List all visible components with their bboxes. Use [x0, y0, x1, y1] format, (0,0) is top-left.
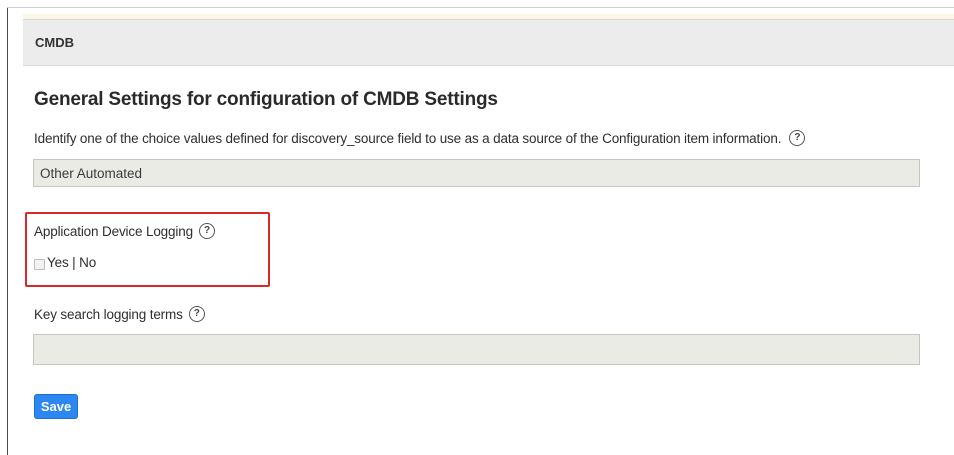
page-frame: CMDB General Settings for configuration … [0, 0, 954, 455]
header-title: CMDB [35, 35, 74, 50]
help-icon[interactable]: ? [188, 306, 205, 323]
key-search-field[interactable] [33, 334, 920, 365]
key-search-label: Key search logging terms [34, 307, 183, 322]
section-title: General Settings for configuration of CM… [34, 89, 498, 110]
app-device-logging-label-row: Application Device Logging? [34, 223, 215, 240]
discovery-source-field[interactable] [33, 159, 920, 187]
top-border [7, 7, 954, 8]
left-border [7, 7, 8, 455]
app-device-logging-label: Application Device Logging [34, 224, 193, 239]
app-device-logging-checkbox[interactable] [34, 259, 45, 270]
save-button[interactable]: Save [34, 394, 78, 419]
key-search-label-row: Key search logging terms? [34, 306, 205, 323]
help-icon[interactable]: ? [198, 223, 215, 240]
discovery-source-label-row: Identify one of the choice values define… [34, 130, 806, 147]
header-bar: CMDB [23, 19, 954, 66]
discovery-source-label: Identify one of the choice values define… [34, 131, 782, 146]
help-icon[interactable]: ? [789, 130, 806, 147]
yes-no-toggle-text[interactable]: Yes | No [47, 255, 96, 270]
